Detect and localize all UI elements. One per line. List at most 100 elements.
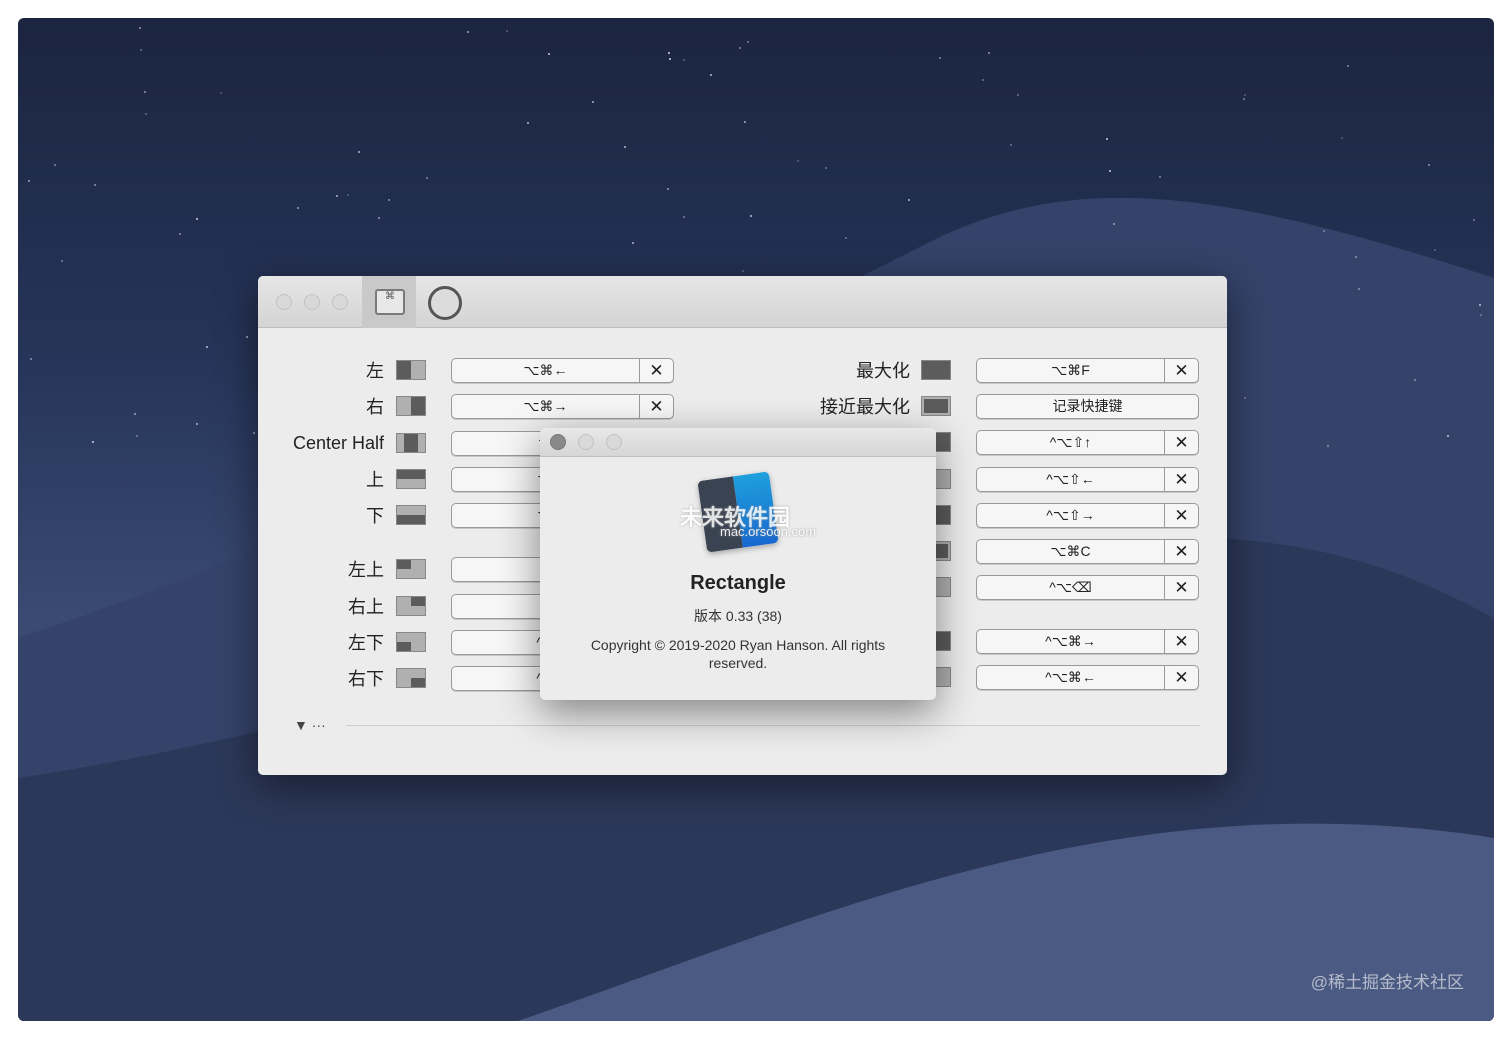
clear-shortcut-button[interactable]: ✕ [640, 395, 673, 418]
clear-shortcut-button[interactable]: ✕ [1165, 630, 1198, 653]
zoom-button[interactable] [332, 294, 348, 310]
left-half-icon [396, 360, 426, 380]
tab-settings-gear-icon[interactable] [428, 286, 462, 320]
shortcut-label: 接近最大化 [820, 397, 910, 417]
star [387, 198, 390, 201]
star [1243, 93, 1246, 96]
separator [346, 725, 1200, 726]
star [53, 163, 56, 166]
title-bar: ⌘ [258, 276, 1227, 328]
shortcut-field[interactable]: ^⌥⌘→ ✕ [976, 629, 1199, 654]
star [135, 434, 138, 437]
star [1346, 65, 1349, 68]
top-left-icon [396, 559, 426, 579]
minimize-button [578, 434, 594, 450]
star [335, 195, 338, 198]
shortcut-label: Center Half [292, 432, 384, 453]
top-half-icon [396, 469, 426, 489]
app-name: Rectangle [690, 572, 786, 594]
star [1472, 218, 1475, 221]
shortcut-label: 左 [366, 361, 384, 381]
tab-shortcuts[interactable]: ⌘ [362, 276, 416, 328]
clear-shortcut-button[interactable]: ✕ [1165, 666, 1198, 689]
full-icon [921, 360, 951, 380]
shortcut-field[interactable]: ^⌥⌘← ✕ [976, 665, 1199, 690]
star [981, 79, 984, 82]
shortcut-value[interactable]: ^⌥⌘← [977, 666, 1165, 689]
star [1340, 137, 1343, 139]
clear-shortcut-button[interactable]: ✕ [1165, 431, 1198, 454]
star [91, 440, 94, 443]
star [592, 100, 595, 103]
clear-shortcut-button[interactable]: ✕ [1165, 540, 1198, 563]
center-half-icon [396, 433, 426, 453]
star [145, 112, 148, 115]
star [297, 206, 300, 209]
shortcut-value[interactable]: ^⌥⌘→ [977, 630, 1165, 653]
shortcut-value[interactable]: ⌥⌘← [452, 359, 640, 382]
shortcut-field[interactable]: ^⌥⌫ ✕ [976, 575, 1199, 600]
clear-shortcut-button[interactable]: ✕ [1165, 504, 1198, 527]
star [1327, 444, 1329, 447]
shortcut-value[interactable]: ⌥⌘→ [452, 395, 640, 418]
almost-icon [921, 396, 951, 416]
shortcut-value[interactable]: ⌥⌘C [977, 540, 1165, 563]
star [1322, 229, 1325, 232]
shortcut-field[interactable]: ⌥⌘F ✕ [976, 358, 1199, 383]
record-shortcut-button[interactable]: 记录快捷键 [976, 394, 1199, 419]
watermark: @稀土掘金技术社区 [1310, 973, 1464, 992]
right-half-icon [396, 396, 426, 416]
clear-shortcut-button[interactable]: ✕ [1165, 359, 1198, 382]
shortcut-field[interactable]: ⌥⌘C ✕ [976, 539, 1199, 564]
shortcut-label: 左下 [348, 633, 384, 653]
close-button[interactable] [276, 294, 292, 310]
shortcut-label: 右上 [348, 597, 384, 617]
shortcut-field[interactable]: ^⌥⇧← ✕ [976, 467, 1199, 492]
shortcut-value[interactable]: ^⌥⇧← [977, 468, 1165, 491]
star [60, 259, 63, 262]
bottom-right-icon [396, 668, 426, 688]
top-right-icon [396, 596, 426, 616]
shortcut-label: 右下 [348, 669, 384, 689]
shortcut-value[interactable]: 记录快捷键 [977, 395, 1198, 418]
shortcut-value[interactable]: ^⌥⇧↑ [977, 431, 1165, 454]
close-button[interactable] [550, 434, 566, 450]
command-key-icon: ⌘ [375, 289, 405, 315]
star [1357, 287, 1360, 290]
shortcut-value[interactable]: ⌥⌘F [977, 359, 1165, 382]
clear-shortcut-button[interactable]: ✕ [640, 359, 673, 382]
app-version: 版本 0.33 (38) [694, 608, 782, 624]
clear-shortcut-button[interactable]: ✕ [1165, 576, 1198, 599]
star [796, 159, 799, 162]
overlay-watermark-url: mac.orsoon.com [720, 524, 817, 539]
star [682, 58, 685, 61]
shortcut-label: 下 [366, 506, 384, 526]
shortcut-value[interactable]: ^⌥⌫ [977, 576, 1165, 599]
zoom-button [606, 434, 622, 450]
star [631, 241, 634, 244]
shortcut-label: 左上 [348, 560, 384, 580]
star [939, 56, 942, 59]
shortcut-label: 上 [366, 470, 384, 490]
star [1108, 170, 1111, 172]
bottom-half-icon [396, 505, 426, 525]
about-dialog: 未来软件园 mac.orsoon.com Rectangle 版本 0.33 (… [540, 428, 936, 700]
star [666, 187, 669, 190]
shortcut-value[interactable]: ^⌥⇧→ [977, 504, 1165, 527]
star [219, 92, 222, 95]
bottom-left-icon [396, 632, 426, 652]
shortcut-field[interactable]: ^⌥⇧↑ ✕ [976, 430, 1199, 455]
shortcut-label: 最大化 [856, 361, 910, 381]
copyright: Copyright © 2019-2020 Ryan Hanson. All r… [590, 637, 886, 671]
shortcut-label: 右 [366, 397, 384, 417]
star [738, 46, 741, 49]
star [425, 176, 428, 179]
star [907, 198, 910, 201]
minimize-button[interactable] [304, 294, 320, 310]
shortcut-field[interactable]: ^⌥⇧→ ✕ [976, 503, 1199, 528]
clear-shortcut-button[interactable]: ✕ [1165, 468, 1198, 491]
shortcut-field[interactable]: ⌥⌘← ✕ [451, 358, 674, 383]
star [195, 422, 198, 425]
disclosure-toggle[interactable]: ▼ ··· [294, 717, 326, 733]
shortcut-field[interactable]: ⌥⌘→ ✕ [451, 394, 674, 419]
